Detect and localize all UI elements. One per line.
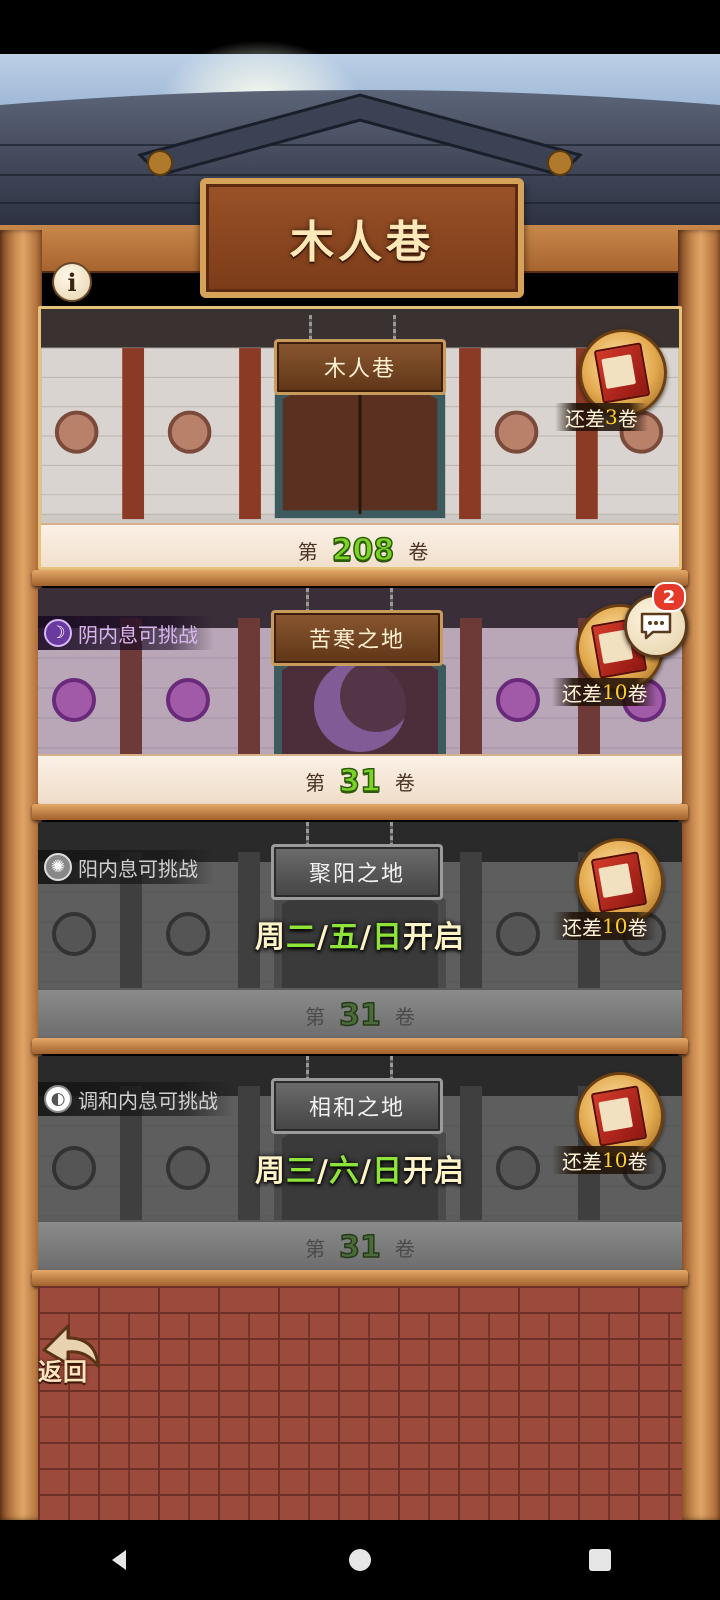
scroll-book-icon [590, 1085, 648, 1147]
dungeon-panel-4[interactable]: ◐ 调和内息可挑战 相和之地 周三/六/日开启 还差 10 卷 第 31 卷 [38, 1056, 682, 1270]
sign-chain [393, 315, 396, 341]
floor-indicator: 第 31 卷 [38, 1220, 682, 1270]
brick-wall-offset [38, 1312, 682, 1520]
floor-indicator: 第 31 卷 [38, 988, 682, 1038]
remaining-counter: 还差 3 卷 [555, 403, 648, 431]
dungeon-sign: 聚阳之地 [271, 844, 443, 900]
shelf-divider [32, 570, 688, 586]
nav-home-icon[interactable] [330, 1530, 390, 1590]
chat-icon [640, 612, 672, 640]
floor-number: 31 [338, 1229, 381, 1266]
floor-number: 208 [331, 532, 395, 568]
dungeon-sign: 相和之地 [271, 1078, 443, 1134]
floor-indicator: 第 31 卷 [38, 754, 682, 804]
back-button-label[interactable]: 返回 [38, 1352, 108, 1387]
dungeon-panel-2[interactable]: ☽ 阴内息可挑战 苦寒之地 还差 10 卷 第 31 卷 [38, 588, 682, 804]
floor-number: 31 [338, 763, 381, 800]
harmony-icon: ◐ [44, 1085, 72, 1113]
shelf-divider [32, 804, 688, 820]
info-icon[interactable]: i [52, 262, 92, 302]
yin-energy-tag: ☽ 阴内息可挑战 [38, 616, 214, 650]
shelf-divider [32, 1270, 688, 1286]
notification-badge: 2 [652, 582, 686, 612]
nav-back-icon[interactable] [90, 1530, 150, 1590]
dungeon-panel-1[interactable]: 木人巷 还差 3 卷 第 208 卷 [38, 306, 682, 570]
remaining-counter: 还差 10 卷 [552, 678, 658, 706]
page-title: 木人巷 [290, 217, 434, 268]
scroll-book-icon [593, 342, 651, 404]
nav-recents-icon[interactable] [570, 1530, 630, 1590]
remaining-counter: 还差 10 卷 [552, 912, 658, 940]
yang-energy-tag: ✺ 阳内息可挑战 [38, 850, 214, 884]
harmony-energy-tag: ◐ 调和内息可挑战 [38, 1082, 234, 1116]
dungeon-panel-3[interactable]: ✺ 阳内息可挑战 聚阳之地 周二/五/日开启 还差 10 卷 第 31 卷 [38, 822, 682, 1038]
moon-icon: ☽ [44, 619, 72, 647]
remaining-counter: 还差 10 卷 [552, 1146, 658, 1174]
shelf-divider [32, 1038, 688, 1054]
floor-indicator: 第 208 卷 [41, 523, 679, 568]
scroll-book-icon [590, 851, 648, 913]
dungeon-sign: 木人巷 [274, 339, 446, 395]
right-pillar [678, 230, 720, 1520]
floor-number: 31 [338, 997, 381, 1034]
sun-icon: ✺ [44, 853, 72, 881]
status-bar [0, 0, 720, 54]
sign-chain [309, 315, 312, 341]
system-nav-bar [0, 1520, 720, 1600]
dungeon-sign: 苦寒之地 [271, 610, 443, 666]
